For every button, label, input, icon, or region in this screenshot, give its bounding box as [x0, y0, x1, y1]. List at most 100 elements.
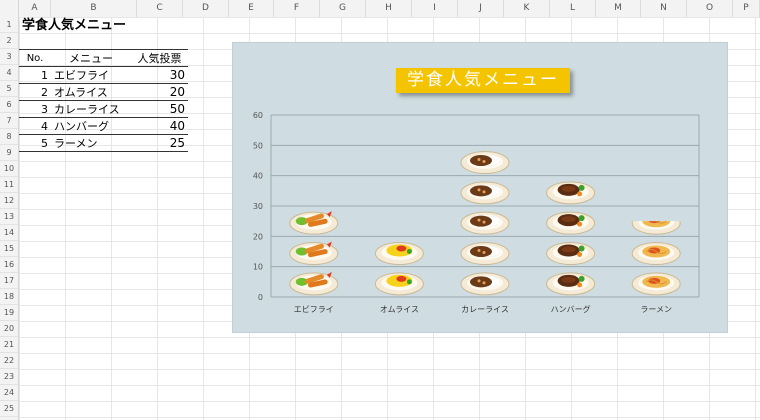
food-icon-ebi — [289, 271, 339, 296]
cell-votes[interactable]: 25 — [131, 134, 188, 152]
cell-no[interactable]: 3 — [19, 100, 51, 118]
column-header-b[interactable]: B — [51, 0, 137, 17]
cell-votes[interactable]: 30 — [131, 66, 188, 84]
row-header-21[interactable]: 21 — [0, 337, 18, 353]
column-header-c[interactable]: C — [137, 0, 183, 17]
cell-votes[interactable]: 40 — [131, 117, 188, 135]
broccoli — [578, 275, 585, 282]
sauce — [561, 185, 576, 192]
veg — [482, 190, 486, 194]
row-header-8[interactable]: 8 — [0, 129, 18, 145]
row-header-22[interactable]: 22 — [0, 353, 18, 369]
food-icon-ramen — [631, 272, 681, 296]
x-tick-label: カレーライス — [461, 305, 509, 314]
row-header-23[interactable]: 23 — [0, 369, 18, 385]
row-header-11[interactable]: 11 — [0, 177, 18, 193]
row-header-6[interactable]: 6 — [0, 97, 18, 113]
row-header-3[interactable]: 3 — [0, 49, 18, 65]
column-header-e[interactable]: E — [229, 0, 274, 17]
food-icon-curry — [460, 272, 510, 296]
veg — [482, 251, 486, 254]
row-header-14[interactable]: 14 — [0, 225, 18, 241]
food-icon-curry — [460, 151, 510, 174]
veg — [482, 281, 486, 285]
sauce — [561, 246, 576, 253]
broccoli — [578, 245, 585, 252]
table-row: 3 カレーライス 50 — [19, 100, 188, 118]
y-tick-label: 10 — [253, 263, 263, 272]
veg — [482, 160, 486, 163]
row-header-15[interactable]: 15 — [0, 241, 18, 257]
row-header-19[interactable]: 19 — [0, 305, 18, 321]
cell-votes[interactable]: 20 — [131, 83, 188, 101]
veg — [477, 218, 481, 222]
sauce — [561, 276, 576, 283]
select-all-corner[interactable] — [0, 0, 19, 17]
food-icon-ebi — [289, 241, 339, 265]
row-header-9[interactable]: 9 — [0, 145, 18, 161]
curry — [470, 155, 492, 166]
column-header-i[interactable]: I — [412, 0, 458, 17]
row-header-5[interactable]: 5 — [0, 81, 18, 97]
column-header-g[interactable]: G — [320, 0, 366, 17]
cell-menu[interactable]: ハンバーグ — [51, 117, 131, 135]
header-menu[interactable]: メニュー — [51, 49, 131, 67]
row-header-12[interactable]: 12 — [0, 193, 18, 209]
cell-menu[interactable]: カレーライス — [51, 100, 131, 118]
y-tick-label: 20 — [253, 232, 263, 241]
row-header-13[interactable]: 13 — [0, 209, 18, 225]
ketchup — [396, 245, 407, 252]
row-header-7[interactable]: 7 — [0, 113, 18, 129]
row-header-2[interactable]: 2 — [0, 33, 18, 49]
curry — [470, 246, 492, 257]
row-header-17[interactable]: 17 — [0, 273, 18, 289]
cell-no[interactable]: 1 — [19, 66, 51, 84]
y-tick-label: 30 — [253, 202, 263, 211]
row-header-1[interactable]: 1 — [0, 17, 18, 33]
cell-no[interactable]: 2 — [19, 83, 51, 101]
sauce — [561, 216, 576, 223]
food-icon-curry — [460, 242, 510, 265]
row-header-18[interactable]: 18 — [0, 289, 18, 305]
parsley — [406, 279, 412, 285]
column-header-f[interactable]: F — [274, 0, 320, 17]
row-header-24[interactable]: 24 — [0, 385, 18, 401]
picture-bar-chart[interactable]: 学食人気メニュー 0 10 20 30 40 50 60 エビフライ オムライス カレーライス ハン… — [232, 42, 728, 333]
ketchup — [396, 275, 407, 282]
curry — [470, 185, 492, 197]
column-header-o[interactable]: O — [687, 0, 733, 17]
cell-menu[interactable]: エビフライ — [51, 66, 131, 84]
column-header-h[interactable]: H — [366, 0, 412, 17]
picture-bar-ramen — [631, 221, 681, 296]
row-header-16[interactable]: 16 — [0, 257, 18, 273]
column-header-m[interactable]: M — [596, 0, 641, 17]
carrot — [577, 282, 583, 288]
column-header-d[interactable]: D — [183, 0, 229, 17]
column-header-l[interactable]: L — [550, 0, 596, 17]
row-header-10[interactable]: 10 — [0, 161, 18, 177]
food-icon-hamb — [546, 181, 596, 205]
cell-no[interactable]: 4 — [19, 117, 51, 135]
row-header-25[interactable]: 25 — [0, 401, 18, 417]
column-header-a[interactable]: A — [19, 0, 51, 17]
food-icon-hamb — [546, 242, 596, 265]
food-icon-ebi — [289, 211, 339, 235]
cell-no[interactable]: 5 — [19, 134, 51, 152]
cell-menu[interactable]: オムライス — [51, 83, 131, 101]
column-header-n[interactable]: N — [641, 0, 687, 17]
cell-menu[interactable]: ラーメン — [51, 134, 131, 152]
sheet-title-cell[interactable]: 学食人気メニュー — [22, 17, 126, 34]
picture-bar-omu — [374, 242, 424, 296]
food-icon-ramen — [631, 221, 681, 235]
cell-votes[interactable]: 50 — [131, 100, 188, 118]
picture-bar-hamb — [546, 181, 596, 296]
column-header-j[interactable]: J — [458, 0, 504, 17]
column-header-k[interactable]: K — [504, 0, 550, 17]
header-votes[interactable]: 人気投票 — [131, 49, 188, 67]
header-no[interactable]: No. — [19, 49, 51, 67]
veg — [477, 188, 481, 192]
row-header-4[interactable]: 4 — [0, 65, 18, 81]
row-header-20[interactable]: 20 — [0, 321, 18, 337]
food-icon-hamb — [546, 272, 596, 296]
column-header-p[interactable]: P — [733, 0, 760, 17]
